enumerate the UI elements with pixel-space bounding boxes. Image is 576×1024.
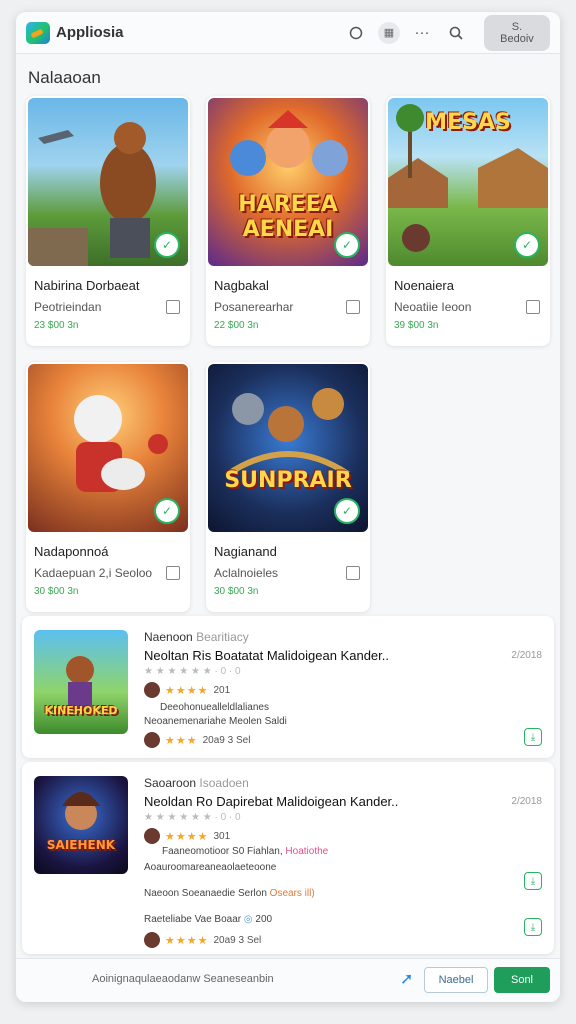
- verified-badge-icon: ✓: [334, 232, 360, 258]
- app-title: Appliosia: [56, 24, 124, 41]
- download-icon[interactable]: ⤓: [524, 872, 542, 890]
- game-thumbnail: HAREEA AENEAI ✓: [208, 98, 368, 266]
- card-subtitle: Neoatiie Ieoon: [394, 300, 472, 314]
- search-icon[interactable]: [444, 21, 468, 45]
- list-line: Raeteliabe Vae Boaar ◎ 200: [144, 914, 273, 925]
- select-checkbox[interactable]: [346, 566, 360, 580]
- select-checkbox[interactable]: [526, 300, 540, 314]
- game-thumbnail: MESAS ✓: [388, 98, 548, 266]
- game-thumbnail: ✓: [28, 364, 188, 532]
- card-name: Nadaponnoá: [34, 544, 109, 559]
- card-price: 30 $00 3n: [34, 586, 79, 597]
- card-subtitle: Posanerearhar: [214, 300, 294, 314]
- list-line: Deeohonuealleldlalianes: [160, 702, 269, 713]
- list-item[interactable]: KINEHOKED Naenoon Bearitiacy Neoltan Ris…: [22, 616, 554, 758]
- share-icon[interactable]: ➚: [400, 969, 413, 989]
- signin-button[interactable]: S. Bedoiv: [484, 14, 550, 51]
- avatar: [144, 732, 160, 748]
- verified-badge-icon: ✓: [154, 498, 180, 524]
- rating-row: ★★★★ 20a9 3 Sel: [144, 932, 261, 948]
- game-thumbnail: KINEHOKED: [34, 630, 128, 734]
- avatar: [144, 682, 160, 698]
- card-name: Nabirina Dorbaeat: [34, 278, 140, 293]
- thumbnail-title: SAIEHENK: [46, 838, 116, 852]
- card-name: Nagbakal: [214, 278, 269, 293]
- download-icon[interactable]: ⤓: [524, 728, 542, 746]
- card-name: Nagianand: [214, 544, 277, 559]
- thumbnail-title: KINEHOKED: [44, 704, 118, 717]
- rating-row: ★★★★ 201: [144, 682, 230, 698]
- list-date: 2/2018: [511, 796, 542, 807]
- select-checkbox[interactable]: [166, 300, 180, 314]
- card-subtitle: Kadaepuan 2,i Seoloo: [34, 566, 153, 580]
- section-title: Nalaaoan: [28, 68, 101, 87]
- avatar: [144, 828, 160, 844]
- grid-icon[interactable]: ▦: [378, 21, 400, 44]
- send-button[interactable]: Sonl: [494, 967, 550, 993]
- list-title[interactable]: Neoldan Ro Dapirebat Malidoigean Kander.…: [144, 794, 398, 809]
- card-price: 30 $00 3n: [214, 586, 259, 597]
- top-icons: ▦ ··· S. Bedoiv: [344, 14, 550, 51]
- star-rating-icon: ★★★★: [165, 934, 209, 947]
- select-checkbox[interactable]: [346, 300, 360, 314]
- list-line: Naeoon Soeanaedie Serlon Osears ill): [144, 888, 315, 899]
- verified-badge-icon: ✓: [514, 232, 540, 258]
- app-window: Appliosia ▦ ··· S. Bedoiv Nalaaoan ✓ Nab…: [16, 12, 560, 1002]
- list-title[interactable]: Neoltan Ris Boatatat Malidoigean Kander.…: [144, 648, 389, 663]
- game-card[interactable]: HAREEA AENEAI ✓ Nagbakal Posanerearhar 2…: [206, 96, 370, 346]
- rating-row: ★★★★ 301: [144, 828, 230, 844]
- list-heading: Naenoon Bearitiacy: [144, 630, 249, 644]
- card-price: 39 $00 3n: [394, 320, 439, 331]
- list-item[interactable]: SAIEHENK Saoaroon Isoadoen Neoldan Ro Da…: [22, 762, 554, 954]
- list-meta: ★ ★ ★ ★ ★ ★ · 0 · 0: [144, 666, 241, 677]
- list-heading: Saoaroon Isoadoen: [144, 776, 249, 790]
- game-card[interactable]: SUNPRAIR ✓ Nagianand Aclalnoieles 30 $00…: [206, 362, 370, 612]
- bottom-bar: Aoinignaqulaeaodanw Seaneseanbin ➚ Naebe…: [16, 958, 560, 1002]
- list-line: Neoanemenariahe Meolen Saldi: [144, 716, 287, 727]
- app-logo-icon: [26, 21, 50, 44]
- card-price: 22 $00 3n: [214, 320, 259, 331]
- verified-badge-icon: ✓: [334, 498, 360, 524]
- game-thumbnail: SUNPRAIR ✓: [208, 364, 368, 532]
- thumbnail-title: SUNPRAIR: [224, 468, 352, 493]
- footer-hint: Aoinignaqulaeaodanw Seaneseanbin: [92, 973, 274, 985]
- select-checkbox[interactable]: [166, 566, 180, 580]
- download-icon[interactable]: ⤓: [524, 918, 542, 936]
- game-thumbnail: ✓: [28, 98, 188, 266]
- list-line: Aoauroomareaneaolaeteoone: [144, 862, 277, 873]
- list-meta: ★ ★ ★ ★ ★ ★ · 0 · 0: [144, 812, 241, 823]
- verified-badge-icon: ✓: [154, 232, 180, 258]
- game-thumbnail: SAIEHENK: [34, 776, 128, 874]
- star-rating-icon: ★★★: [165, 734, 198, 747]
- card-name: Noenaiera: [394, 278, 454, 293]
- star-rating-icon: ★★★★: [165, 684, 209, 697]
- list-date: 2/2018: [511, 650, 542, 661]
- card-subtitle: Aclalnoieles: [214, 566, 279, 580]
- list-line: Faaneomotioor S0 Fiahlan, Hoatiothe: [162, 846, 329, 857]
- more-icon[interactable]: ···: [410, 21, 434, 45]
- game-card[interactable]: MESAS ✓ Noenaiera Neoatiie Ieoon 39 $00 …: [386, 96, 550, 346]
- top-bar: Appliosia ▦ ··· S. Bedoiv: [16, 12, 560, 54]
- chat-icon[interactable]: [344, 21, 368, 45]
- card-subtitle: Peotrieindan: [34, 300, 102, 314]
- avatar: [144, 932, 160, 948]
- next-button[interactable]: Naebel: [424, 967, 488, 993]
- game-card[interactable]: ✓ Nabirina Dorbaeat Peotrieindan 23 $00 …: [26, 96, 190, 346]
- rating-row: ★★★ 20a9 3 Sel: [144, 732, 250, 748]
- game-card[interactable]: ✓ Nadaponnoá Kadaepuan 2,i Seoloo 30 $00…: [26, 362, 190, 612]
- star-rating-icon: ★★★★: [165, 830, 209, 843]
- card-price: 23 $00 3n: [34, 320, 79, 331]
- thumbnail-title: MESAS: [425, 110, 511, 135]
